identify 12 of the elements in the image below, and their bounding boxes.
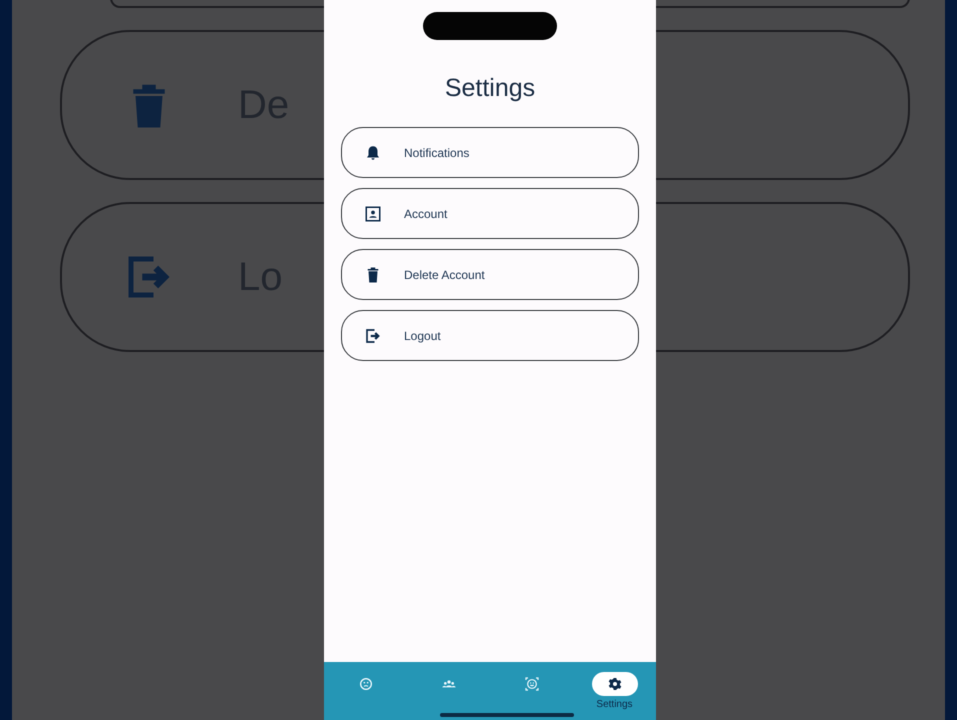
- settings-item[interactable]: Logout: [341, 310, 639, 361]
- face-icon: [358, 676, 374, 692]
- exit-icon: [364, 326, 382, 344]
- robot-icon: [524, 676, 540, 692]
- bell-icon: [364, 144, 382, 162]
- page-title: Settings: [444, 74, 536, 103]
- settings-item[interactable]: Notifications: [341, 127, 639, 178]
- contact-card-icon: [364, 204, 382, 222]
- settings-item[interactable]: Delete Account: [341, 249, 639, 300]
- nav-tab[interactable]: Settings: [582, 672, 646, 710]
- settings-icon: [606, 676, 622, 692]
- settings-item[interactable]: Account: [341, 188, 639, 239]
